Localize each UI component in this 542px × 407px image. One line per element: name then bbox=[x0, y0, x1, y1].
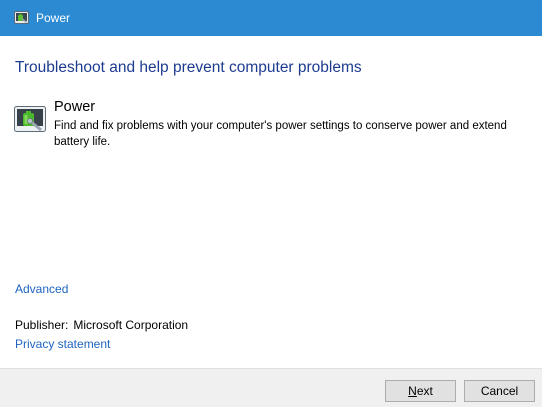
battery-troubleshooter-icon bbox=[14, 11, 29, 24]
advanced-link[interactable]: Advanced bbox=[15, 281, 68, 297]
publisher-row: Publisher: Microsoft Corporation bbox=[15, 317, 188, 333]
next-button-mnemonic: N bbox=[408, 384, 417, 398]
battery-troubleshooter-icon bbox=[14, 106, 46, 132]
footer-bar: Next Cancel bbox=[0, 368, 542, 407]
next-button[interactable]: Next bbox=[385, 380, 456, 402]
title-bar: Power bbox=[0, 0, 542, 36]
window-title: Power bbox=[36, 11, 71, 25]
troubleshooter-description: Find and fix problems with your computer… bbox=[54, 120, 507, 148]
publisher-value: Microsoft Corporation bbox=[73, 318, 189, 332]
cancel-button[interactable]: Cancel bbox=[464, 380, 535, 402]
publisher-label: Publisher: bbox=[15, 318, 69, 332]
troubleshooter-title: Power bbox=[54, 99, 96, 115]
next-button-label: ext bbox=[416, 384, 433, 398]
page-heading: Troubleshoot and help prevent computer p… bbox=[15, 59, 362, 76]
privacy-statement-link[interactable]: Privacy statement bbox=[15, 336, 110, 352]
troubleshooter-window: Power Troubleshoot and help prevent comp… bbox=[0, 0, 542, 407]
